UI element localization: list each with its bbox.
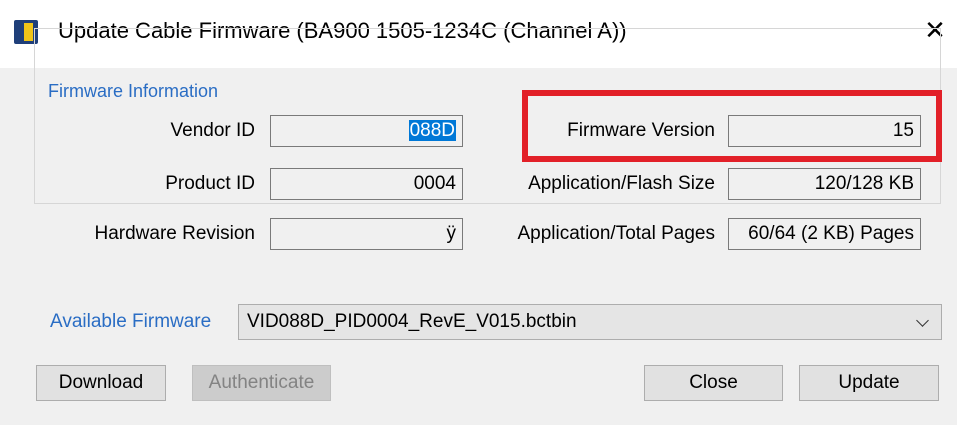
app-total-pages-label: Application/Total Pages (517, 223, 715, 244)
download-button[interactable]: Download (36, 365, 166, 401)
vendor-id-field[interactable]: 088D (270, 115, 463, 147)
available-firmware-dropdown[interactable]: VID088D_PID0004_RevE_V015.bctbin (238, 304, 942, 340)
app-flash-size-label: Application/Flash Size (528, 173, 715, 194)
available-firmware-label: Available Firmware (50, 311, 212, 332)
update-button[interactable]: Update (799, 365, 939, 401)
vendor-id-label: Vendor ID (170, 120, 256, 141)
authenticate-button[interactable]: Authenticate (192, 365, 331, 401)
highlight-box (522, 90, 942, 162)
close-button[interactable]: Close (644, 365, 783, 401)
app-total-pages-field[interactable]: 60/64 (2 KB) Pages (728, 218, 921, 250)
product-id-field[interactable]: 0004 (270, 168, 463, 200)
product-id-label: Product ID (165, 173, 255, 194)
app-flash-size-field[interactable]: 120/128 KB (728, 168, 921, 200)
chevron-down-icon (916, 314, 929, 327)
hardware-revision-field[interactable]: ÿ (270, 218, 463, 250)
hardware-revision-label: Hardware Revision (94, 223, 255, 244)
group-title: Firmware Information (44, 80, 223, 102)
vendor-id-value: 088D (408, 120, 456, 141)
available-firmware-value: VID088D_PID0004_RevE_V015.bctbin (247, 311, 577, 332)
